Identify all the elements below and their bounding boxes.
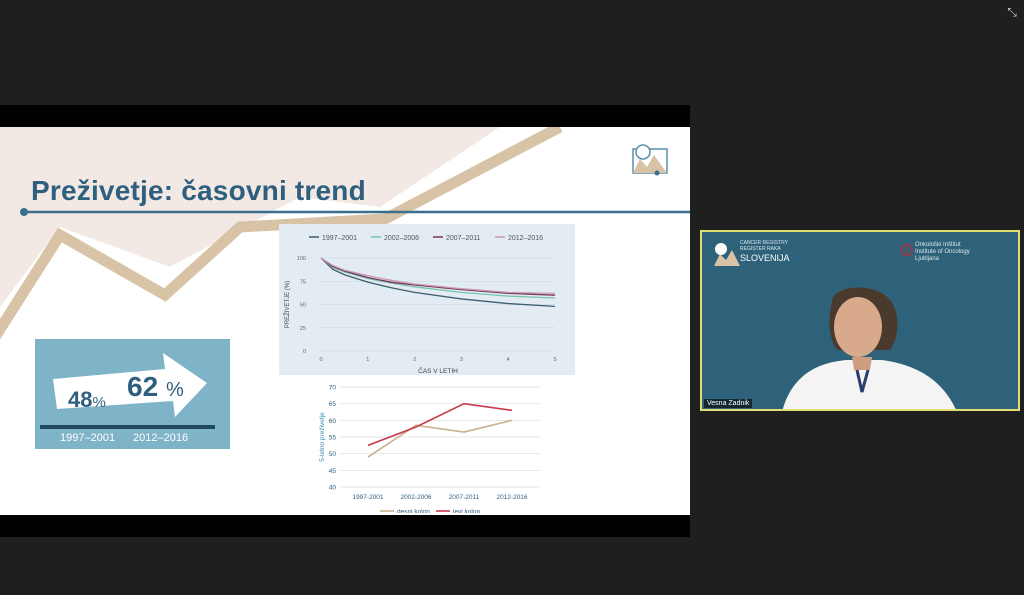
y-tick-label: 0 [303,349,306,355]
year-label-right: 2012–2016 [133,432,189,444]
y-tick-label: 50 [329,451,337,458]
x-tick-label: 2012-2016 [496,494,527,501]
legend-label: desni kolon [397,509,430,514]
legend-label: 2002–2006 [384,235,419,242]
year-label-left: 1997–2001 [60,432,116,444]
cancer-registry-logo-icon [714,243,740,266]
participant-name-tag: Vesna Zadnik [704,399,753,408]
slide-title: Preživetje: časovni trend [31,175,366,206]
series-line-1 [367,402,513,447]
legend-label: levi kolon [453,509,480,514]
x-tick-label: 3 [460,357,463,363]
y-tick-label: 40 [329,485,337,492]
x-tick-label: 4 [507,357,510,363]
y-axis-label: 5-letno preživetje [319,412,326,462]
y-tick-label: 25 [300,326,306,332]
x-tick-label: 0 [319,357,322,363]
colon-survival-svg: 40 45 50 55 60 65 70 1997-2001 2002-2006 2007-201… [319,385,540,515]
screen-share: Preživetje: časovni trend 48% 62 % 1997–… [0,105,690,537]
legend-label: 2012–2016 [508,235,543,242]
y-tick-label: 50 [300,303,306,309]
exit-fullscreen-icon[interactable]: ⤡ [1004,4,1020,20]
survival-stat-box: 48% 62 % 1997–2001 2012–2016 [35,339,230,449]
y-tick-label: 70 [329,385,337,392]
y-tick-label: 60 [329,418,337,425]
y-tick-label: 55 [329,435,337,442]
y-tick-label: 65 [329,401,337,408]
registry-name: SLOVENIJA [740,253,790,263]
registry-logo-icon [632,144,668,176]
x-axis-label: ČAS V LETIH [418,366,458,375]
x-tick-label: 2007-2011 [449,494,480,501]
x-tick-label: 2002-2006 [400,494,431,501]
presentation-slide: Preživetje: časovni trend 48% 62 % 1997–… [0,127,690,515]
y-tick-label: 45 [329,468,337,475]
y-tick-label: 100 [297,256,306,262]
registry-small-text: CANCER REGISTRY REGISTER RAKA [740,240,788,252]
survival-curves-chart: 1997–2001 2002–2006 2007–2011 2012–2016 0 25 5… [279,224,575,375]
series-line-0 [367,419,513,458]
x-tick-label: 1997-2001 [352,494,383,501]
y-axis-label: PREŽIVETJE (%) [283,281,291,328]
percent-2012-2016: 62 % [127,371,184,402]
institute-name: Onkološki Inštitut Institute of Oncology… [915,242,970,262]
percent-1997-2001: 48% [68,387,106,412]
colon-survival-chart: 40 45 50 55 60 65 70 1997-2001 2002-2006 2007-201… [300,377,560,515]
institute-logo-icon [900,243,913,257]
participant-video-image [782,287,956,409]
x-tick-label: 1 [366,357,369,363]
participant-video-tile[interactable]: CANCER REGISTRY REGISTER RAKA SLOVENIJA … [700,230,1020,411]
y-tick-label: 75 [300,279,306,285]
series-line-0 [320,257,556,308]
legend-label: 2007–2011 [446,235,481,242]
survival-curves-svg: 1997–2001 2002–2006 2007–2011 2012–20160255… [283,235,557,375]
x-tick-label: 2 [413,357,416,363]
legend-label: 1997–2001 [322,235,357,242]
x-tick-label: 5 [553,357,556,363]
